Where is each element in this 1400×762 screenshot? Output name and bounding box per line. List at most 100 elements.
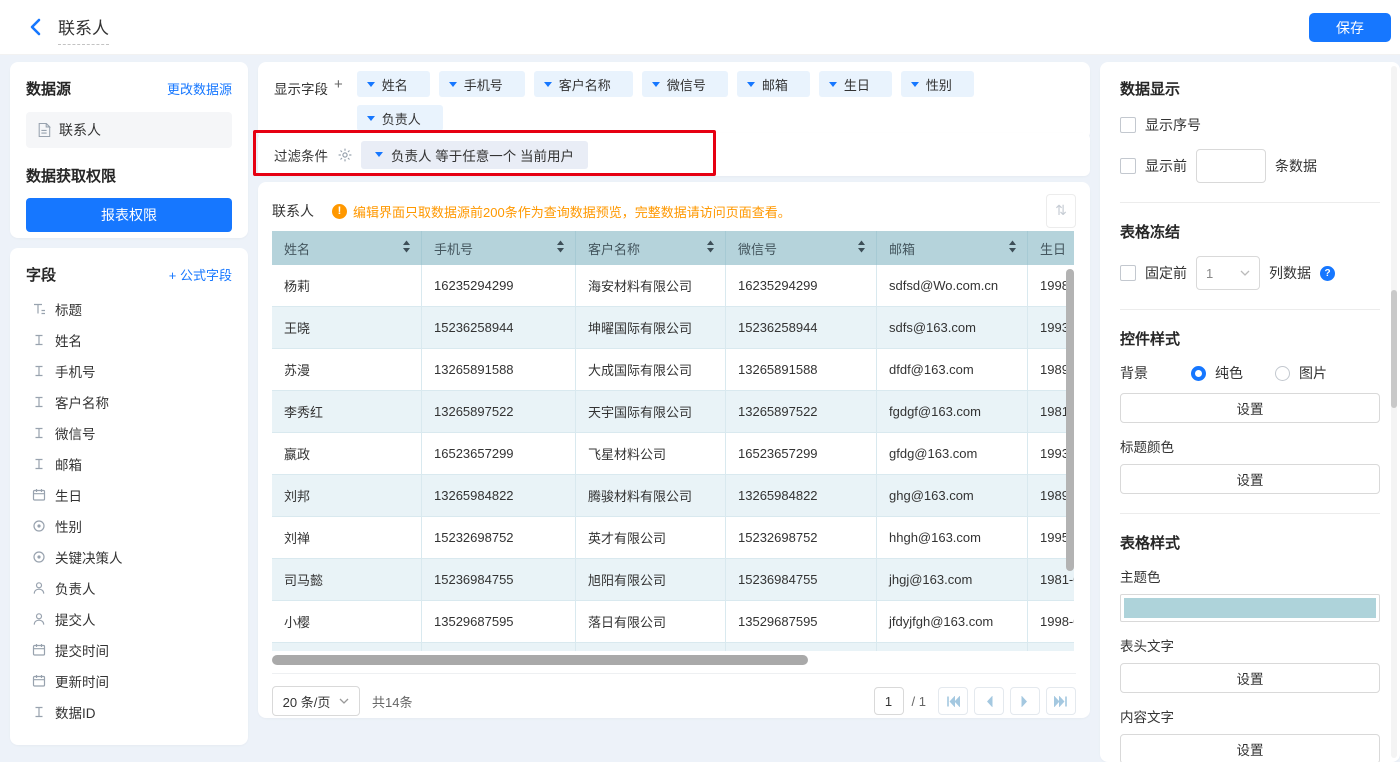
field-item-label: 提交人	[55, 609, 96, 629]
filter-settings-gear-icon[interactable]	[337, 147, 352, 162]
field-item[interactable]: 负责人	[26, 572, 232, 603]
field-item[interactable]: 手机号	[26, 355, 232, 386]
panel-scrollbar-thumb[interactable]	[1391, 290, 1397, 408]
show-first-checkbox[interactable]	[1120, 158, 1136, 174]
sort-toggle-button[interactable]: ⇅	[1046, 194, 1076, 228]
text-icon	[31, 456, 46, 471]
fields-panel: 字段 + 公式字段 标题姓名手机号客户名称微信号邮箱生日性别关键决策人负责人提交…	[10, 248, 248, 745]
solid-color-radio[interactable]	[1191, 366, 1206, 381]
table-style-title: 表格样式	[1120, 532, 1380, 553]
image-radio[interactable]	[1275, 366, 1290, 381]
table-header-cell[interactable]: 客户名称	[576, 231, 726, 265]
field-item[interactable]: 数据ID	[26, 696, 232, 727]
table-cell: 15232698752	[726, 517, 877, 558]
freeze-label: 固定前	[1145, 263, 1187, 283]
table-cell: 小樱	[272, 601, 422, 642]
last-page-button[interactable]	[1046, 687, 1076, 715]
radio-icon	[31, 518, 46, 533]
table-cell	[272, 643, 422, 651]
display-field-chip[interactable]: 邮箱	[737, 71, 810, 97]
table-row	[272, 643, 1074, 651]
table-cell: 飞星材料公司	[576, 433, 726, 474]
current-page-input[interactable]: 1	[874, 687, 904, 715]
add-formula-field-link[interactable]: + 公式字段	[169, 265, 232, 284]
report-permission-button[interactable]: 报表权限	[26, 198, 232, 232]
field-item[interactable]: 更新时间	[26, 665, 232, 696]
datasource-title: 数据源	[26, 78, 71, 99]
help-icon[interactable]: ?	[1320, 266, 1335, 281]
display-field-chip[interactable]: 姓名	[357, 71, 430, 97]
table-header-cell[interactable]: 姓名	[272, 231, 422, 265]
display-field-chip[interactable]: 负责人	[357, 105, 443, 131]
sort-icon[interactable]	[1008, 240, 1017, 256]
display-field-chip[interactable]: 生日	[819, 71, 892, 97]
field-item[interactable]: 提交时间	[26, 634, 232, 665]
show-first-count-input[interactable]	[1196, 149, 1266, 183]
next-page-button[interactable]	[1010, 687, 1040, 715]
content-text-set-button[interactable]: 设置	[1120, 734, 1380, 762]
date-icon	[31, 673, 46, 688]
show-index-checkbox[interactable]	[1120, 117, 1136, 133]
background-set-button[interactable]: 设置	[1120, 393, 1380, 423]
freeze-columns-checkbox[interactable]	[1120, 265, 1136, 281]
table-header-cell[interactable]: 生日	[1028, 231, 1074, 265]
field-item-label: 生日	[55, 485, 82, 505]
page-title[interactable]: 联系人	[58, 14, 109, 45]
back-icon[interactable]	[28, 17, 46, 37]
person-icon	[31, 611, 46, 626]
field-item[interactable]: 客户名称	[26, 386, 232, 417]
chevron-down-icon	[449, 82, 457, 87]
sort-icon[interactable]	[706, 240, 715, 256]
pagination-bar: 20 条/页 共14条 1 / 1	[272, 673, 1076, 716]
table-cell: 苏漫	[272, 349, 422, 390]
prev-page-button[interactable]	[974, 687, 1004, 715]
chip-label: 客户名称	[559, 75, 611, 94]
table-title: 联系人	[272, 201, 314, 221]
sort-icon[interactable]	[556, 240, 565, 256]
divider	[1120, 202, 1380, 203]
theme-color-swatch[interactable]	[1120, 594, 1380, 622]
first-page-button[interactable]	[938, 687, 968, 715]
table-row: 刘禅15232698752英才有限公司15232698752hhgh@163.c…	[272, 517, 1074, 559]
sort-icon[interactable]	[402, 240, 411, 256]
display-field-chip[interactable]: 手机号	[439, 71, 525, 97]
table-cell: dfdf@163.com	[877, 349, 1028, 390]
table-header-cell[interactable]: 邮箱	[877, 231, 1028, 265]
table-cell: 16235294299	[726, 265, 877, 306]
display-field-chip[interactable]: 性别	[901, 71, 974, 97]
header-text-set-button[interactable]: 设置	[1120, 663, 1380, 693]
page-size-select[interactable]: 20 条/页	[272, 686, 360, 716]
sort-icon[interactable]	[857, 240, 866, 256]
table-horizontal-scrollbar[interactable]	[272, 655, 808, 665]
field-item[interactable]: 微信号	[26, 417, 232, 448]
field-item[interactable]: 标题	[26, 293, 232, 324]
save-button[interactable]: 保存	[1309, 13, 1391, 42]
chip-label: 手机号	[464, 75, 503, 94]
text-icon	[31, 425, 46, 440]
column-label: 手机号	[434, 239, 473, 258]
show-first-label: 显示前	[1145, 156, 1187, 176]
field-item[interactable]: 性别	[26, 510, 232, 541]
chevron-down-icon	[375, 152, 383, 157]
field-item[interactable]: 姓名	[26, 324, 232, 355]
display-field-chip[interactable]: 微信号	[642, 71, 728, 97]
field-item-label: 标题	[55, 299, 82, 319]
filter-condition-chip[interactable]: 负责人 等于任意一个 当前用户	[361, 141, 588, 169]
column-label: 姓名	[284, 239, 310, 258]
freeze-count-select[interactable]: 1	[1196, 256, 1260, 290]
chevron-down-icon	[367, 82, 375, 87]
add-display-field-button[interactable]: +	[334, 76, 343, 131]
field-item[interactable]: 生日	[26, 479, 232, 510]
title-color-set-button[interactable]: 设置	[1120, 464, 1380, 494]
table-header-cell[interactable]: 手机号	[422, 231, 576, 265]
datasource-item[interactable]: 联系人	[26, 112, 232, 148]
table-vertical-scrollbar[interactable]	[1066, 269, 1074, 571]
field-item[interactable]: 关键决策人	[26, 541, 232, 572]
table-header-cell[interactable]: 微信号	[726, 231, 877, 265]
display-field-chip[interactable]: 客户名称	[534, 71, 633, 97]
field-item[interactable]: 提交人	[26, 603, 232, 634]
total-count: 共14条	[372, 692, 412, 711]
field-item[interactable]: 邮箱	[26, 448, 232, 479]
table-cell: 坤曜国际有限公司	[576, 307, 726, 348]
change-datasource-link[interactable]: 更改数据源	[167, 79, 232, 98]
